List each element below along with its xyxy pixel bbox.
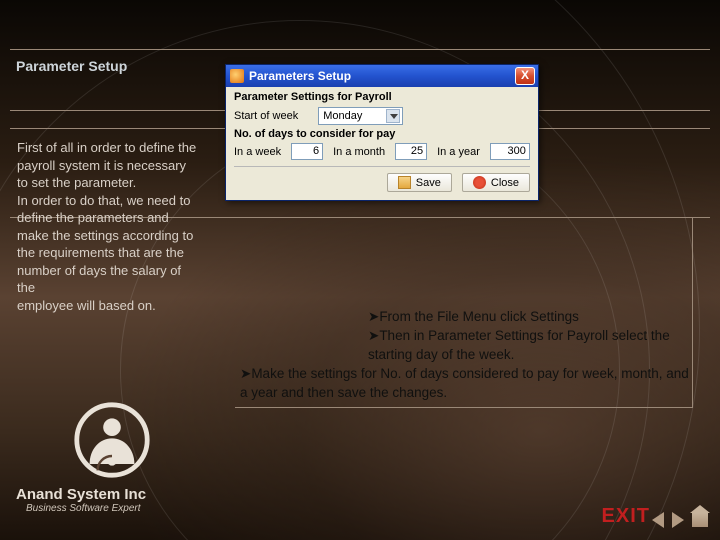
start-of-week-label: Start of week: [234, 110, 298, 122]
prev-slide-button[interactable]: [652, 512, 664, 528]
in-week-input[interactable]: 6: [291, 143, 323, 160]
footer: Anand System Inc Business Software Exper…: [16, 486, 146, 514]
close-button[interactable]: Close: [462, 173, 530, 192]
bullet-text: Make the settings for No. of days consid…: [240, 366, 689, 400]
company-logo-icon: [72, 400, 152, 480]
exit-button[interactable]: EXIT: [602, 505, 650, 528]
bullet-icon: ➤: [368, 309, 379, 324]
desc-p1: First of all in order to define the payr…: [17, 140, 196, 190]
start-of-week-value: Monday: [323, 110, 362, 122]
company-name: Anand System Inc: [16, 486, 146, 503]
in-month-input[interactable]: 25: [395, 143, 427, 160]
chevron-down-icon: [386, 109, 400, 123]
app-icon: [230, 69, 244, 83]
desc-p2: In order to do that, we need to define t…: [17, 193, 193, 296]
save-button-label: Save: [416, 177, 441, 189]
in-year-input[interactable]: 300: [490, 143, 530, 160]
bullet-icon: ➤: [368, 328, 379, 343]
company-tagline: Business Software Expert: [26, 503, 146, 514]
close-button-label: Close: [491, 177, 519, 189]
in-week-label: In a week: [234, 146, 281, 158]
window-subtitle: Parameter Settings for Payroll: [234, 91, 530, 103]
start-of-week-select[interactable]: Monday: [318, 107, 403, 125]
bullet-item: ➤From the File Menu click Settings: [240, 308, 690, 327]
close-icon: [473, 176, 486, 189]
in-year-label: In a year: [437, 146, 480, 158]
nav-controls: [652, 512, 708, 528]
days-group-label: No. of days to consider for pay: [234, 128, 395, 140]
description-text: First of all in order to define the payr…: [17, 139, 199, 314]
desc-p3: employee will based on.: [17, 298, 156, 313]
home-button[interactable]: [692, 513, 708, 527]
bullet-text: From the File Menu click Settings: [379, 309, 579, 324]
in-month-label: In a month: [333, 146, 385, 158]
save-button[interactable]: Save: [387, 173, 452, 192]
window-body: Parameter Settings for Payroll Start of …: [226, 87, 538, 200]
parameters-setup-window: Parameters Setup X Parameter Settings fo…: [225, 64, 539, 201]
bullet-icon: ➤: [240, 366, 251, 381]
bullet-text: Then in Parameter Settings for Payroll s…: [368, 328, 670, 362]
bullet-item: ➤Then in Parameter Settings for Payroll …: [240, 327, 690, 365]
bullet-item: ➤Make the settings for No. of days consi…: [240, 365, 690, 403]
separator: [234, 166, 530, 167]
window-title: Parameters Setup: [249, 69, 351, 83]
save-icon: [398, 176, 411, 189]
window-titlebar[interactable]: Parameters Setup X: [226, 65, 538, 87]
window-close-button[interactable]: X: [515, 67, 535, 85]
instruction-list: ➤From the File Menu click Settings ➤Then…: [240, 308, 690, 402]
next-slide-button[interactable]: [672, 512, 684, 528]
